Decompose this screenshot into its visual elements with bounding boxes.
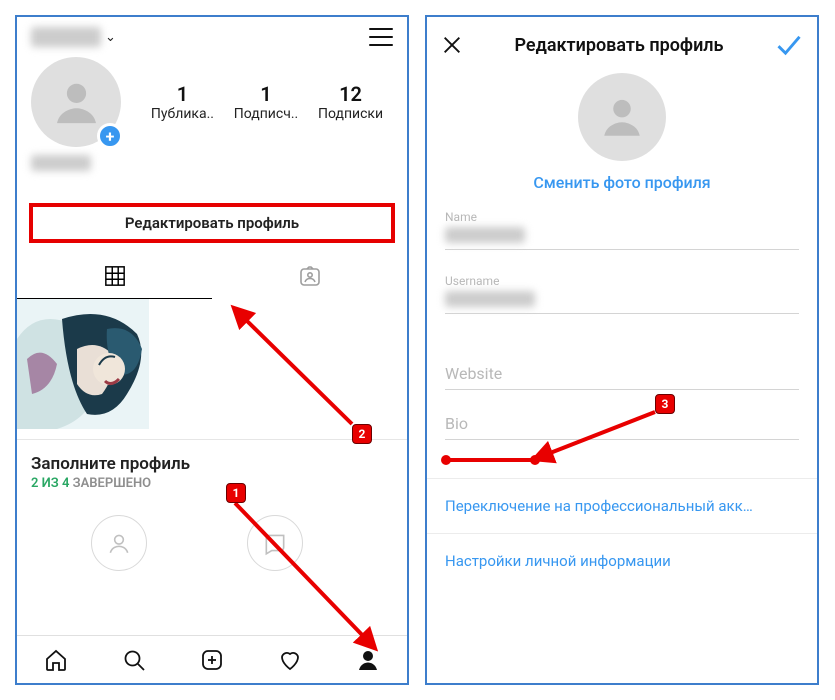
close-button[interactable] bbox=[441, 34, 463, 56]
field-website[interactable]: Website bbox=[445, 364, 799, 390]
personal-settings-link[interactable]: Настройки личной информации bbox=[427, 533, 817, 588]
card-progress: 2 ИЗ 4 ЗАВЕРШЕНО bbox=[31, 476, 393, 491]
annotation-dot-2 bbox=[530, 455, 540, 465]
confirm-button[interactable] bbox=[775, 31, 803, 59]
tab-tagged[interactable] bbox=[212, 253, 407, 299]
card-progress-done: 2 ИЗ 4 bbox=[31, 476, 69, 491]
complete-profile-card: Заполните профиль 2 ИЗ 4 ЗАВЕРШЕНО bbox=[17, 439, 407, 571]
add-story-icon[interactable]: + bbox=[97, 123, 123, 149]
nav-new-post[interactable] bbox=[199, 647, 225, 673]
painting-image bbox=[17, 299, 149, 429]
bottom-nav bbox=[17, 635, 407, 683]
check-icon bbox=[775, 31, 803, 59]
field-username-label: Username bbox=[445, 274, 799, 288]
close-icon bbox=[441, 34, 463, 56]
stat-posts[interactable]: 1 Публика.. bbox=[151, 82, 214, 122]
field-username-value bbox=[445, 291, 535, 307]
heart-icon bbox=[278, 648, 302, 672]
profile-tabs bbox=[17, 253, 407, 299]
stat-followers-label: Подписч.. bbox=[234, 106, 298, 122]
stat-following[interactable]: 12 Подписки bbox=[318, 82, 383, 122]
field-name[interactable]: Name bbox=[445, 210, 799, 250]
stat-followers[interactable]: 1 Подписч.. bbox=[234, 82, 298, 122]
username-text bbox=[31, 27, 101, 47]
field-website-placeholder: Website bbox=[445, 364, 799, 383]
field-name-label: Name bbox=[445, 210, 799, 224]
posts-grid bbox=[17, 299, 407, 429]
tab-grid[interactable] bbox=[17, 253, 212, 299]
profile-info-row: + 1 Публика.. 1 Подписч.. 12 Подписки bbox=[17, 51, 407, 147]
avatar[interactable]: + bbox=[31, 57, 121, 147]
stats: 1 Публика.. 1 Подписч.. 12 Подписки bbox=[141, 82, 393, 122]
stat-followers-count: 1 bbox=[234, 82, 298, 106]
card-progress-rest: ЗАВЕРШЕНО bbox=[69, 476, 151, 491]
edit-profile-button[interactable]: Редактировать профиль bbox=[31, 205, 393, 241]
display-name bbox=[31, 155, 91, 171]
field-username[interactable]: Username bbox=[445, 274, 799, 314]
post-image[interactable] bbox=[17, 299, 149, 429]
grid-icon bbox=[104, 265, 126, 287]
suggestion-avatar-icon[interactable] bbox=[91, 515, 147, 571]
field-name-value bbox=[445, 227, 525, 243]
stat-posts-count: 1 bbox=[151, 82, 214, 106]
profile-header: ⌄ bbox=[17, 17, 407, 51]
edit-profile-screen: Редактировать профиль Сменить фото профи… bbox=[425, 15, 819, 685]
person-icon bbox=[49, 75, 104, 130]
card-suggestions bbox=[31, 515, 393, 571]
annotation-marker-1: 1 bbox=[226, 483, 246, 503]
suggestion-bio-icon[interactable] bbox=[247, 515, 303, 571]
change-photo-link[interactable]: Сменить фото профиля bbox=[533, 173, 710, 192]
nav-profile[interactable] bbox=[355, 647, 381, 673]
nav-home[interactable] bbox=[43, 647, 69, 673]
nav-activity[interactable] bbox=[277, 647, 303, 673]
menu-icon[interactable] bbox=[369, 28, 393, 46]
field-bio[interactable]: Bio bbox=[445, 414, 799, 440]
stat-following-count: 12 bbox=[318, 82, 383, 106]
card-title: Заполните профиль bbox=[31, 454, 393, 474]
chevron-down-icon: ⌄ bbox=[105, 30, 116, 45]
annotation-marker-3: 3 bbox=[655, 394, 675, 414]
plus-square-icon bbox=[200, 648, 224, 672]
stat-posts-label: Публика.. bbox=[151, 106, 214, 122]
stat-following-label: Подписки bbox=[318, 106, 383, 122]
edit-avatar[interactable] bbox=[578, 73, 666, 161]
annotation-website-line bbox=[445, 458, 535, 462]
field-bio-placeholder: Bio bbox=[445, 414, 799, 433]
edit-form: Name Username Website Bio bbox=[445, 210, 799, 440]
username-dropdown[interactable]: ⌄ bbox=[31, 27, 116, 47]
annotation-dot-1 bbox=[441, 455, 451, 465]
edit-profile-highlight: Редактировать профиль bbox=[31, 205, 393, 241]
switch-pro-link[interactable]: Переключение на профессиональный акк… bbox=[427, 478, 817, 533]
nav-search[interactable] bbox=[121, 647, 147, 673]
person-icon bbox=[597, 92, 647, 142]
edit-title: Редактировать профиль bbox=[514, 35, 723, 56]
edit-header: Редактировать профиль bbox=[427, 17, 817, 67]
edit-profile-label: Редактировать профиль bbox=[125, 214, 299, 232]
search-icon bbox=[122, 648, 146, 672]
profile-screen: ⌄ + 1 Публика.. 1 Подписч.. 12 Подписки bbox=[15, 15, 409, 685]
tagged-icon bbox=[298, 264, 322, 288]
home-icon bbox=[44, 648, 68, 672]
edit-avatar-zone: Сменить фото профиля bbox=[427, 73, 817, 192]
annotation-marker-2: 2 bbox=[352, 424, 372, 444]
profile-icon bbox=[356, 648, 380, 672]
